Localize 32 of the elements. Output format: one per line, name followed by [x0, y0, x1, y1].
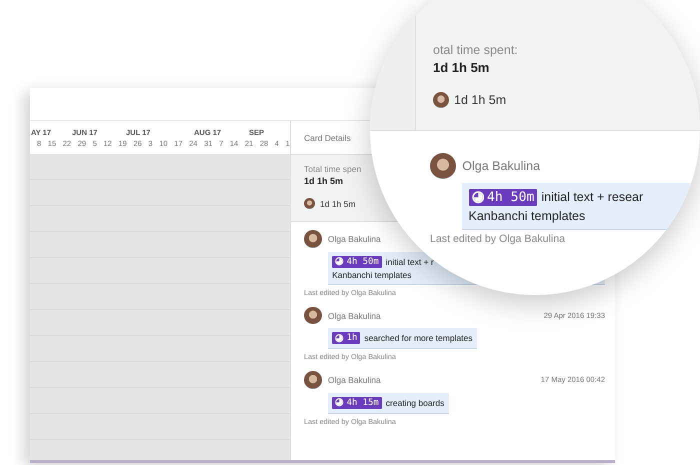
user-time: 1d 1h 5m — [454, 93, 506, 107]
author-name: Olga Bakulina — [328, 234, 381, 244]
pie-icon — [335, 334, 344, 342]
pie-icon — [335, 398, 344, 407]
author-name: Olga Bakulina — [328, 374, 381, 385]
author-name: Olga Bakulina — [328, 310, 381, 321]
user-time: 1d 1h 5m — [320, 198, 356, 208]
entry-text: searched for more templates — [364, 333, 473, 344]
entry-text: Kanbanchi templates — [468, 209, 586, 223]
avatar — [433, 92, 449, 108]
edited-note: Last edited by Olga Bakulina — [430, 232, 566, 245]
total-time: 1d 1h 5m — [304, 176, 344, 186]
entry-text: creating boards — [386, 398, 444, 408]
entry-text: Kanbanchi templates — [332, 270, 412, 280]
total-label: Total time spen — [304, 164, 362, 174]
duration-badge: 1h — [332, 332, 360, 344]
author-name: Olga Bakulina — [462, 159, 540, 174]
total-label: otal time spent: — [433, 43, 518, 57]
pie-icon — [472, 191, 484, 204]
entry-text: initial text + resear — [541, 190, 644, 204]
duration-badge: 4h 50m — [332, 256, 382, 268]
avatar — [304, 198, 315, 209]
total-time: 1d 1h 5m — [433, 60, 490, 75]
avatar — [430, 153, 456, 180]
avatar — [304, 230, 322, 248]
avatar — [304, 306, 322, 324]
duration-badge: 4h 15m — [332, 396, 382, 409]
avatar — [304, 371, 322, 389]
entry-text: initial text + r — [386, 256, 434, 267]
panel-title: Card Details — [304, 132, 351, 142]
pie-icon — [335, 257, 344, 266]
duration-badge: 4h 50m — [468, 188, 538, 206]
